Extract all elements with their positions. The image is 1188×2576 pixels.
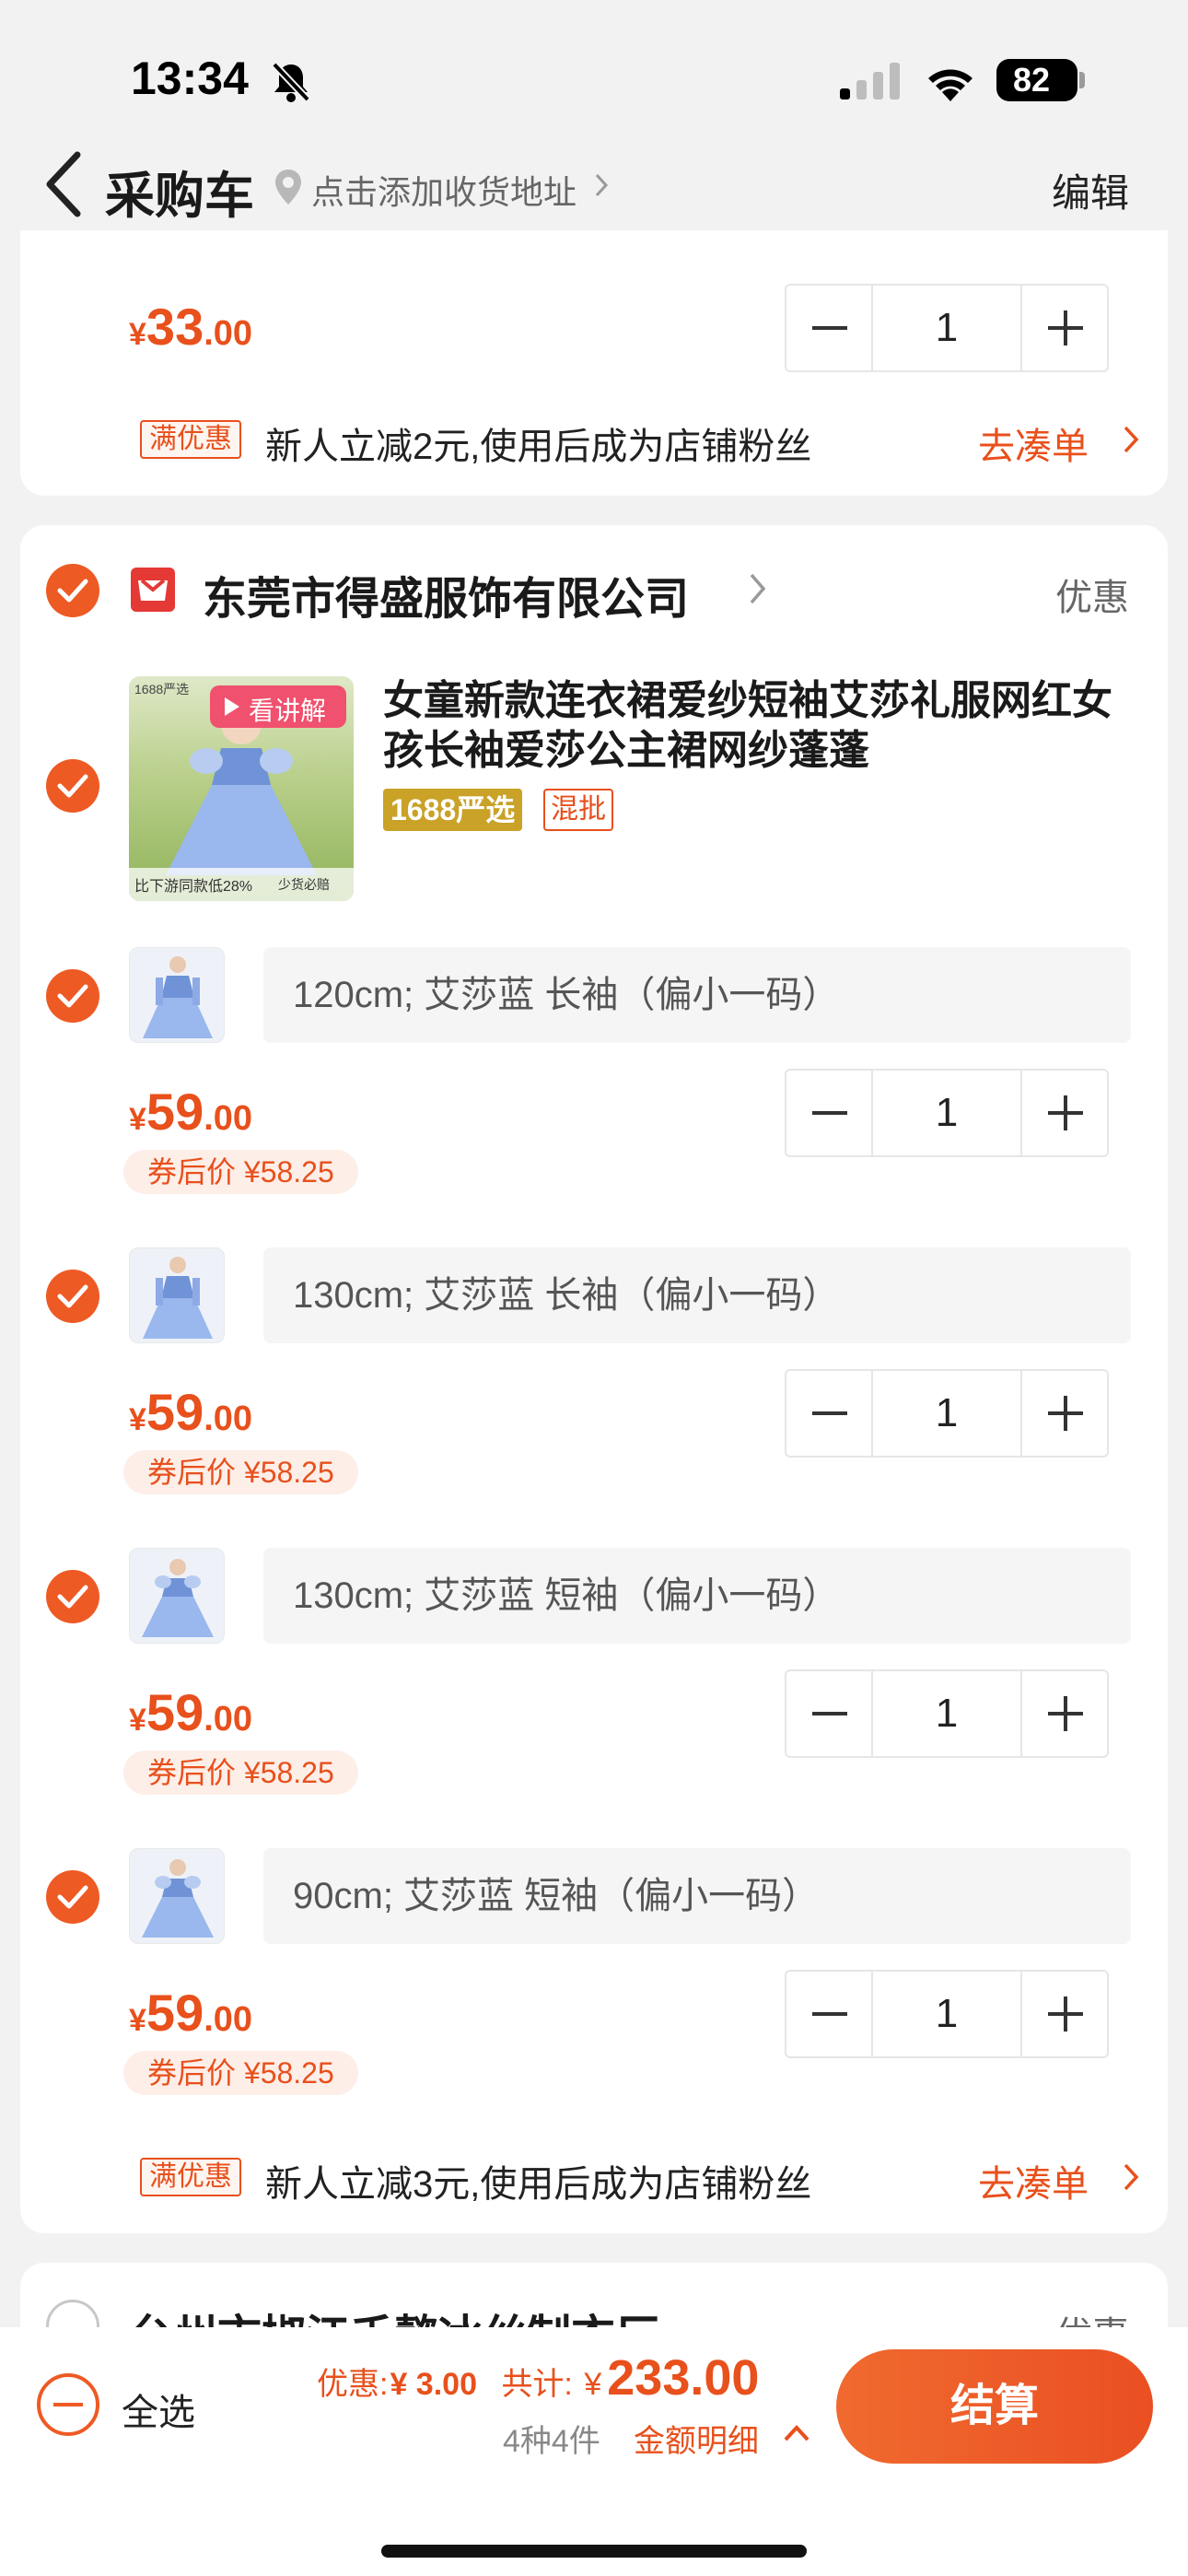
signal-icon: [840, 63, 904, 104]
back-icon[interactable]: [41, 149, 87, 224]
sku-thumbnail[interactable]: [129, 1848, 225, 1944]
sku-checkbox[interactable]: [46, 1270, 99, 1323]
sku-thumbnail[interactable]: [129, 947, 225, 1043]
edit-button[interactable]: 编辑: [1052, 162, 1129, 218]
battery-level: 82: [1012, 61, 1051, 99]
select-all-checkbox[interactable]: [37, 2373, 99, 2436]
sku-quantity-stepper: 1: [785, 1669, 1109, 1758]
promo-link[interactable]: 去凑单: [978, 416, 1089, 470]
coupon-price: 券后价 ¥58.25: [123, 1450, 358, 1494]
sku-price: ¥59.00: [129, 1683, 253, 1741]
promo-chevron-icon[interactable]: [1122, 2161, 1140, 2197]
prev-shop-card: ¥33.00 1 满优惠 新人立减2元,使用后成为店铺粉丝 去凑单: [20, 230, 1168, 496]
sku-price: ¥59.00: [129, 1383, 253, 1441]
image-caption-left: 比下游同款低28%: [134, 879, 253, 895]
quantity-input[interactable]: 1: [873, 1071, 1020, 1155]
product-title[interactable]: 女童新款连衣裙爱纱短袖艾莎礼服网红女孩长袖爱莎公主裙网纱蓬蓬: [383, 676, 1138, 776]
status-bar: 13:34 82: [0, 0, 1188, 147]
sku-spec-selector[interactable]: 130cm; 艾莎蓝 短袖（偏小一码）: [263, 1548, 1131, 1644]
minus-button[interactable]: [786, 1671, 873, 1756]
prev-item-stepper: 1: [785, 284, 1109, 372]
shop-name[interactable]: 东莞市得盛服饰有限公司: [203, 562, 689, 626]
sku-thumbnail[interactable]: [129, 1247, 225, 1343]
battery-cap: [1079, 72, 1085, 88]
image-caption-right: 少货必赔: [278, 877, 330, 892]
checkout-button[interactable]: 结算: [836, 2349, 1153, 2464]
sku-quantity-stepper: 1: [785, 1970, 1109, 2058]
quantity-input[interactable]: 1: [873, 1671, 1020, 1756]
sku-thumbnail[interactable]: [129, 1548, 225, 1644]
badge-mixed: 混批: [543, 789, 613, 831]
plus-button[interactable]: [1020, 1371, 1107, 1456]
battery-icon: 82: [996, 59, 1077, 101]
price-detail-link[interactable]: 金额明细: [634, 2416, 759, 2461]
sku-spec-selector[interactable]: 130cm; 艾莎蓝 长袖（偏小一码）: [263, 1247, 1131, 1343]
product-checkbox[interactable]: [46, 759, 99, 813]
discount-label: 优惠:: [317, 2367, 389, 2402]
sku-checkbox[interactable]: [46, 969, 99, 1023]
location-pin-icon[interactable]: [273, 168, 304, 211]
image-corner-label: 1688严选: [134, 682, 190, 697]
sku-spec-selector[interactable]: 90cm; 艾莎蓝 短袖（偏小一码）: [263, 1848, 1131, 1944]
sku-price: ¥59.00: [129, 1083, 253, 1141]
sku-quantity-stepper: 1: [785, 1069, 1109, 1157]
page-title: 采购车: [105, 169, 254, 224]
quantity-input[interactable]: 1: [873, 286, 1020, 370]
total-label: 共计:: [501, 2367, 573, 2402]
discount-value: ¥ 3.00: [390, 2367, 477, 2402]
bottom-bar: 全选 优惠:¥ 3.00 共计: ¥233.00 4种4件 金额明细 结算: [0, 2327, 1188, 2576]
shop-store-icon: [129, 566, 177, 618]
home-indicator: [381, 2545, 807, 2558]
mute-bell-icon: [271, 61, 311, 108]
sku-price: ¥59.00: [129, 1984, 253, 2042]
sku-checkbox[interactable]: [46, 1570, 99, 1623]
item-count: 4种4件: [503, 2424, 600, 2459]
address-link[interactable]: 点击添加收货地址: [311, 166, 577, 214]
sku-spec-selector[interactable]: 120cm; 艾莎蓝 长袖（偏小一码）: [263, 947, 1131, 1043]
sku-checkbox[interactable]: [46, 1870, 99, 1924]
badge-1688: 1688严选: [383, 789, 523, 831]
checkout-label: 结算: [949, 2382, 1039, 2430]
plus-button[interactable]: [1020, 1972, 1107, 2056]
shop-discount-link[interactable]: 优惠: [1055, 568, 1129, 621]
plus-button[interactable]: [1020, 1671, 1107, 1756]
shop-checkbox[interactable]: [46, 564, 99, 617]
minus-button[interactable]: [786, 1972, 873, 2056]
status-time: 13:34: [131, 53, 249, 104]
minus-button[interactable]: [786, 1371, 873, 1456]
minus-button[interactable]: [786, 286, 873, 370]
address-chevron-icon: [593, 171, 610, 204]
prev-item-price: ¥33.00: [129, 298, 253, 356]
total-value: 233.00: [607, 2350, 760, 2406]
promo-tag: 满优惠: [140, 420, 241, 459]
totals-line: 优惠:¥ 3.00 共计: ¥233.00: [317, 2349, 759, 2406]
chevron-up-icon[interactable]: [783, 2423, 810, 2448]
quantity-input[interactable]: 1: [873, 1371, 1020, 1456]
promo-text: 新人立减3元,使用后成为店铺粉丝: [265, 2164, 812, 2205]
promo-tag: 满优惠: [140, 2158, 241, 2196]
video-badge[interactable]: 看讲解: [210, 685, 346, 728]
select-all-label[interactable]: 全选: [122, 2383, 195, 2436]
wifi-icon: [923, 61, 978, 106]
product-image[interactable]: 1688严选 看讲解 比下游同款低28% 少货必赔: [129, 676, 354, 901]
coupon-price: 券后价 ¥58.25: [123, 1150, 358, 1194]
plus-button[interactable]: [1020, 1071, 1107, 1155]
promo-chevron-icon[interactable]: [1122, 424, 1140, 460]
total-yen: ¥: [584, 2367, 602, 2402]
shop-chevron-icon[interactable]: [748, 571, 768, 611]
plus-button[interactable]: [1020, 286, 1107, 370]
promo-link[interactable]: 去凑单: [978, 2154, 1089, 2207]
quantity-input[interactable]: 1: [873, 1972, 1020, 2056]
coupon-price: 券后价 ¥58.25: [123, 1751, 358, 1795]
sku-quantity-stepper: 1: [785, 1369, 1109, 1458]
shop-card: 东莞市得盛服饰有限公司 优惠 1688严选 看讲解 比下游同款低28% 少货必赔…: [20, 525, 1168, 2233]
video-badge-label: 看讲解: [249, 697, 327, 725]
minus-button[interactable]: [786, 1071, 873, 1155]
coupon-price: 券后价 ¥58.25: [123, 2051, 358, 2095]
promo-text: 新人立减2元,使用后成为店铺粉丝: [265, 427, 812, 467]
